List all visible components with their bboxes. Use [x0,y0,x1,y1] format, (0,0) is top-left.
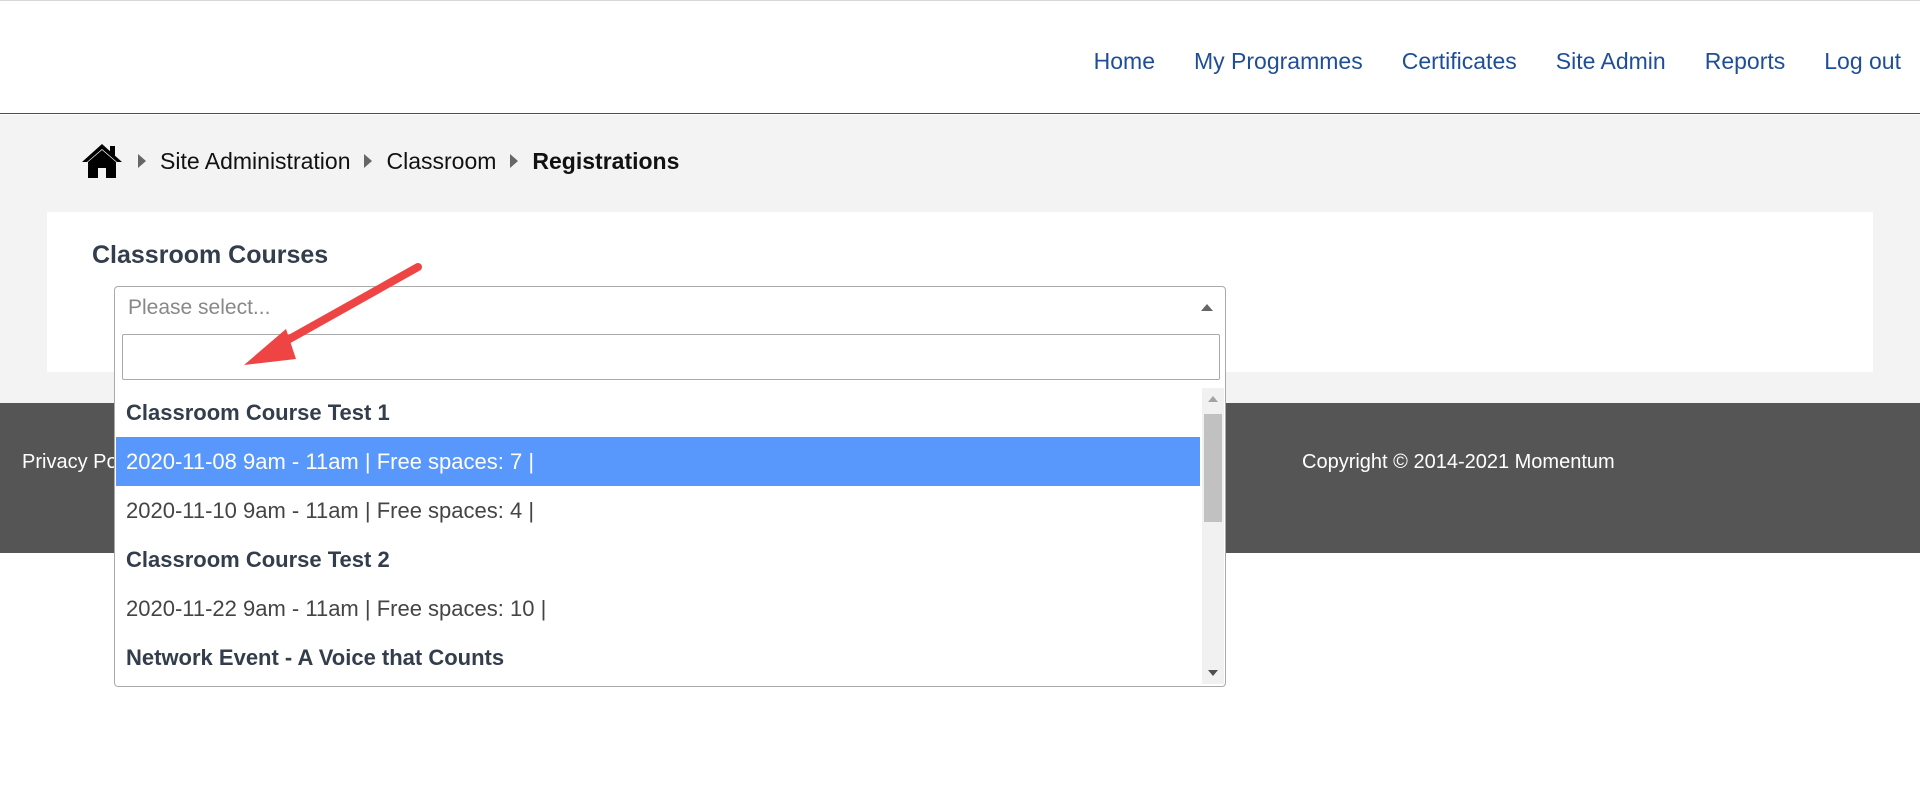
dropdown-options-list: Classroom Course Test 1 2020-11-08 9am -… [116,388,1200,684]
annotation-arrow-icon [244,263,422,365]
scrollbar-thumb[interactable] [1204,414,1222,522]
footer-copyright: Copyright © 2014-2021 Momentum [1302,451,1615,473]
breadcrumb-separator-icon [364,154,373,168]
nav-reports-link[interactable]: Reports [1705,48,1786,75]
option-group-label: Classroom Course Test 2 [126,547,390,572]
nav-my-programmes-link[interactable]: My Programmes [1194,48,1363,75]
option-group-label: Network Event - A Voice that Counts [126,645,505,670]
footer-privacy-link[interactable]: Privacy Po [22,451,118,474]
nav-site-admin-link[interactable]: Site Admin [1556,48,1666,75]
dropdown-option[interactable]: 2020-11-22 9am - 11am | Free spaces: 10 … [116,584,1200,633]
dropdown-option[interactable]: 2020-11-10 9am - 11am | Free spaces: 4 | [116,486,1200,535]
scroll-down-arrow-icon[interactable] [1208,670,1218,676]
scroll-up-arrow-icon[interactable] [1208,396,1218,402]
nav-home-link[interactable]: Home [1094,48,1155,75]
nav-certificates-link[interactable]: Certificates [1402,48,1517,75]
top-navigation-bar: Home My Programmes Certificates Site Adm… [0,0,1920,114]
breadcrumb-site-administration[interactable]: Site Administration [160,148,350,175]
dropdown-option[interactable]: 2020-11-08 9am - 11am | Free spaces: 7 | [116,437,1200,486]
select-dropdown: Classroom Course Test 1 2020-11-08 9am -… [114,327,1226,687]
dropdown-scrollbar[interactable] [1202,388,1224,684]
breadcrumb-separator-icon [510,154,519,168]
main-nav: Home My Programmes Certificates Site Adm… [1055,48,1901,75]
breadcrumb-classroom[interactable]: Classroom [386,148,496,175]
home-icon[interactable] [80,142,124,180]
chevron-up-icon [1201,304,1213,311]
breadcrumb: Site Administration Classroom Registrati… [80,141,679,181]
breadcrumb-registrations: Registrations [532,147,680,174]
breadcrumb-separator-icon [138,154,146,168]
option-group-label: Classroom Course Test 1 [126,400,390,425]
nav-log-out-link[interactable]: Log out [1824,48,1901,75]
